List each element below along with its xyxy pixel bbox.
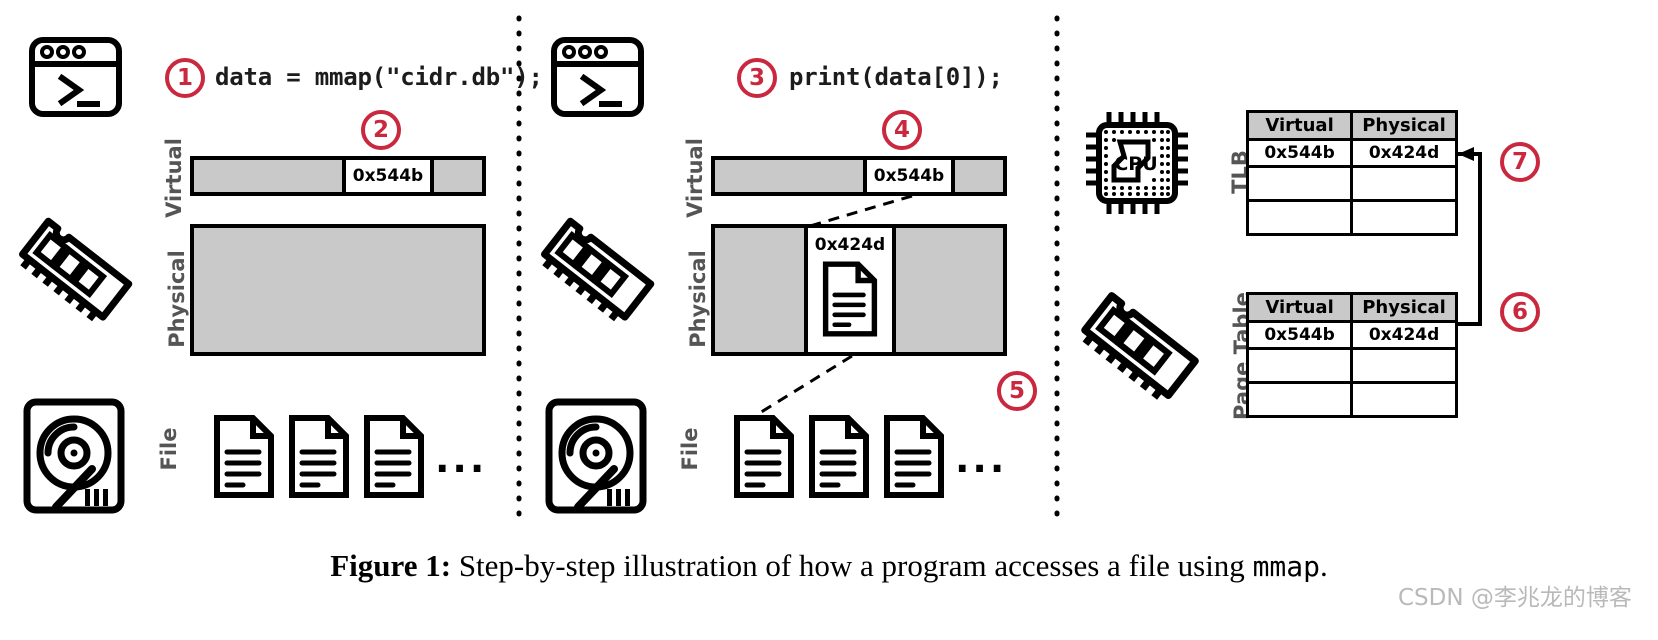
cpu-chip-icon: CPU bbox=[1086, 112, 1188, 214]
virtual-segment-unmapped-b bbox=[434, 160, 482, 192]
page-table-cell-physical: 0x424d bbox=[1350, 320, 1458, 350]
tlb-cell-physical bbox=[1350, 199, 1458, 236]
file-document-icon bbox=[809, 415, 869, 498]
page-table-cell-physical bbox=[1350, 381, 1458, 418]
step-badge-5-label: 5 bbox=[1008, 378, 1025, 404]
figure-caption-text: Step-by-step illustration of how a progr… bbox=[451, 548, 1253, 583]
svg-text:CPU: CPU bbox=[1114, 153, 1157, 175]
tlb-cell-physical: 0x424d bbox=[1350, 138, 1458, 168]
page-table-row[interactable]: 0x544b 0x424d bbox=[1245, 320, 1458, 350]
step-badge-6: 6 bbox=[1500, 292, 1540, 332]
watermark: CSDN @李兆龙的博客 bbox=[1398, 585, 1632, 611]
tlb-cell-physical bbox=[1350, 165, 1458, 202]
tlb-cell-virtual bbox=[1245, 199, 1354, 236]
step-badge-2: 2 bbox=[361, 110, 401, 150]
hard-disk-icon bbox=[23, 398, 125, 514]
physical-segment-free-a bbox=[715, 228, 804, 352]
middle-file-label: File bbox=[678, 427, 702, 471]
panel-divider-right bbox=[1054, 15, 1060, 529]
page-table-cell-virtual bbox=[1245, 381, 1354, 418]
step-badge-2-label: 2 bbox=[372, 117, 389, 143]
physical-segment-free-b bbox=[896, 228, 1003, 352]
middle-virtual-memory-bar: 0x544b bbox=[711, 156, 1007, 196]
page-table-cell-virtual: 0x544b bbox=[1245, 320, 1354, 350]
ram-stick-icon bbox=[541, 217, 655, 322]
middle-virtual-label: Virtual bbox=[683, 138, 707, 218]
virtual-segment-unmapped-a bbox=[194, 160, 342, 192]
file-document-icon bbox=[214, 415, 274, 498]
virtual-segment-address: 0x544b bbox=[873, 166, 945, 186]
file-document-icon bbox=[734, 415, 794, 498]
middle-physical-memory-bar: 0x424d bbox=[711, 224, 1007, 356]
tlb-table: Virtual Physical 0x544b 0x424d bbox=[1245, 110, 1458, 236]
tlb-header-row: Virtual Physical bbox=[1245, 110, 1458, 141]
physical-segment-mapped: 0x424d bbox=[804, 228, 896, 352]
ram-stick-icon bbox=[1081, 292, 1199, 400]
file-document-icon bbox=[884, 415, 944, 498]
figure-caption-label: Figure 1: bbox=[330, 548, 452, 583]
page-table-row[interactable] bbox=[1245, 347, 1458, 384]
middle-physical-label: Physical bbox=[686, 250, 710, 348]
middle-file-ellipsis: ... bbox=[955, 437, 1008, 481]
left-physical-memory-bar bbox=[190, 224, 486, 356]
tlb-cell-virtual: 0x544b bbox=[1245, 138, 1354, 168]
page-table-header-row: Virtual Physical bbox=[1245, 292, 1458, 323]
tlb-row[interactable] bbox=[1245, 165, 1458, 202]
virtual-segment-address: 0x544b bbox=[352, 166, 424, 186]
hard-disk-icon bbox=[545, 398, 647, 514]
step-badge-1: 1 bbox=[165, 58, 205, 98]
virtual-segment-mapped: 0x544b bbox=[342, 160, 434, 192]
virtual-segment-mapped: 0x544b bbox=[863, 160, 955, 192]
figure-caption-mono: mmap bbox=[1252, 550, 1320, 583]
page-table-cell-physical bbox=[1350, 347, 1458, 384]
terminal-icon bbox=[29, 37, 122, 117]
page-table-cell-virtual bbox=[1245, 347, 1354, 384]
tlb-row[interactable] bbox=[1245, 199, 1458, 236]
step-badge-3-label: 3 bbox=[748, 65, 765, 91]
physical-memory-free bbox=[194, 228, 482, 352]
step-badge-4: 4 bbox=[882, 110, 922, 150]
virtual-segment-unmapped-a bbox=[715, 160, 863, 192]
left-code-line: data = mmap("cidr.db"); bbox=[215, 63, 543, 91]
step-badge-6-label: 6 bbox=[1511, 299, 1528, 325]
tlb-row[interactable]: 0x544b 0x424d bbox=[1245, 138, 1458, 168]
virtual-to-physical-connector bbox=[809, 194, 913, 228]
panel-divider-left bbox=[516, 15, 522, 529]
step-badge-1-label: 1 bbox=[176, 65, 193, 91]
step-badge-3: 3 bbox=[737, 58, 777, 98]
ram-stick-icon bbox=[19, 217, 133, 322]
page-table-row[interactable] bbox=[1245, 381, 1458, 418]
terminal-icon bbox=[551, 37, 644, 117]
document-icon bbox=[822, 261, 878, 337]
page-table-col-virtual: Virtual bbox=[1245, 292, 1354, 323]
middle-code-line: print(data[0]); bbox=[789, 63, 1003, 91]
step-badge-7-label: 7 bbox=[1511, 149, 1528, 175]
physical-segment-address: 0x424d bbox=[814, 235, 886, 255]
page-table: Virtual Physical 0x544b 0x424d bbox=[1245, 292, 1458, 418]
page-table-col-physical: Physical bbox=[1350, 292, 1458, 323]
file-document-icon bbox=[289, 415, 349, 498]
step-badge-7: 7 bbox=[1500, 142, 1540, 182]
step-badge-4-label: 4 bbox=[893, 117, 910, 143]
left-virtual-memory-bar: 0x544b bbox=[190, 156, 486, 196]
tlb-col-virtual: Virtual bbox=[1245, 110, 1354, 141]
left-virtual-label: Virtual bbox=[162, 138, 186, 218]
left-file-ellipsis: ... bbox=[435, 437, 488, 481]
virtual-segment-unmapped-b bbox=[955, 160, 1003, 192]
figure-canvas: 1 data = mmap("cidr.db"); 2 Virtual 0x54… bbox=[0, 0, 1658, 640]
left-file-label: File bbox=[157, 427, 181, 471]
left-physical-label: Physical bbox=[165, 250, 189, 348]
tlb-cell-virtual bbox=[1245, 165, 1354, 202]
step-badge-5: 5 bbox=[997, 371, 1037, 411]
physical-to-file-connector bbox=[757, 354, 853, 416]
tlb-col-physical: Physical bbox=[1350, 110, 1458, 141]
file-document-icon bbox=[364, 415, 424, 498]
figure-caption-end: . bbox=[1320, 548, 1328, 583]
